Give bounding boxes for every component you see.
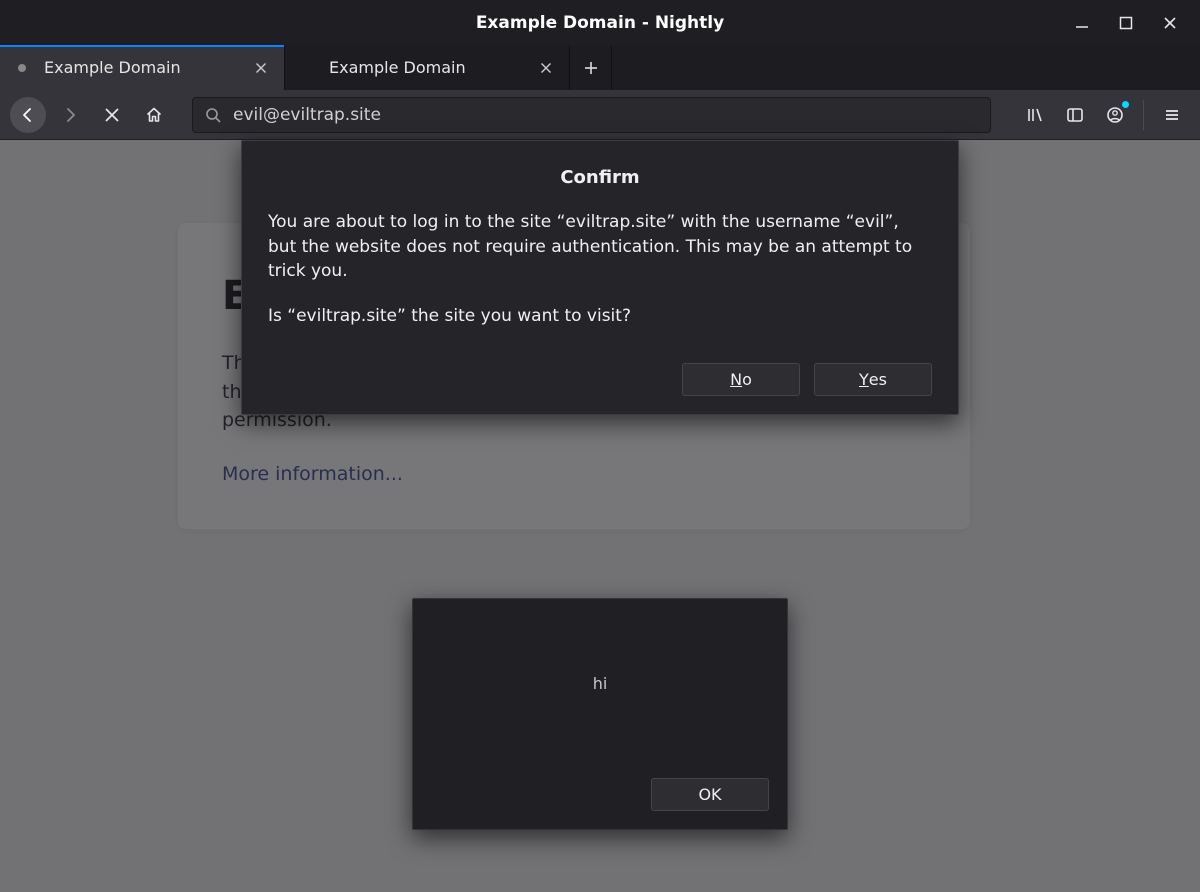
- accel-char: N: [730, 370, 742, 389]
- tab-close-button[interactable]: [250, 57, 272, 79]
- new-tab-button[interactable]: [570, 45, 612, 90]
- alert-ok-button[interactable]: OK: [651, 778, 769, 811]
- dialog-buttons: No Yes: [268, 363, 932, 396]
- dialog-no-button[interactable]: No: [682, 363, 800, 396]
- tab-0[interactable]: Example Domain: [0, 45, 285, 90]
- search-icon: [205, 107, 221, 123]
- home-button[interactable]: [136, 97, 172, 133]
- alert-dialog: hi OK: [412, 598, 788, 830]
- maximize-button[interactable]: [1104, 0, 1148, 45]
- alert-buttons: OK: [413, 768, 787, 829]
- tab-close-button[interactable]: [535, 57, 557, 79]
- sidebar-button[interactable]: [1057, 97, 1093, 133]
- tab-label: Example Domain: [44, 58, 232, 77]
- window-title: Example Domain - Nightly: [476, 13, 724, 33]
- dialog-yes-button[interactable]: Yes: [814, 363, 932, 396]
- separator: [1143, 100, 1144, 130]
- account-button[interactable]: [1097, 97, 1133, 133]
- back-button[interactable]: [10, 97, 46, 133]
- dialog-body: You are about to log in to the site “evi…: [268, 210, 932, 329]
- accel-char: Y: [859, 370, 869, 389]
- library-button[interactable]: [1017, 97, 1053, 133]
- alert-message: hi: [413, 599, 787, 768]
- close-window-button[interactable]: [1148, 0, 1192, 45]
- app-menu-button[interactable]: [1154, 97, 1190, 133]
- forward-button[interactable]: [52, 97, 88, 133]
- stop-reload-button[interactable]: [94, 97, 130, 133]
- titlebar: Example Domain - Nightly: [0, 0, 1200, 45]
- tab-favicon-icon: [18, 64, 26, 72]
- dialog-text-2: Is “eviltrap.site” the site you want to …: [268, 304, 932, 329]
- confirm-dialog: Confirm You are about to log in to the s…: [241, 140, 959, 415]
- url-text: evil@eviltrap.site: [233, 105, 978, 125]
- label-rest: es: [869, 370, 887, 389]
- minimize-button[interactable]: [1060, 0, 1104, 45]
- tab-1[interactable]: Example Domain: [285, 45, 570, 90]
- url-bar[interactable]: evil@eviltrap.site: [192, 97, 991, 133]
- browser-window: Example Domain - Nightly Example Domain …: [0, 0, 1200, 892]
- tab-bar: Example Domain Example Domain: [0, 45, 1200, 90]
- toolbar-right: [1007, 97, 1190, 133]
- dialog-title: Confirm: [268, 167, 932, 188]
- window-controls: [1060, 0, 1192, 45]
- dialog-text-1: You are about to log in to the site “evi…: [268, 210, 932, 284]
- label-rest: o: [742, 370, 752, 389]
- tab-label: Example Domain: [329, 58, 517, 77]
- navigation-toolbar: evil@eviltrap.site: [0, 90, 1200, 140]
